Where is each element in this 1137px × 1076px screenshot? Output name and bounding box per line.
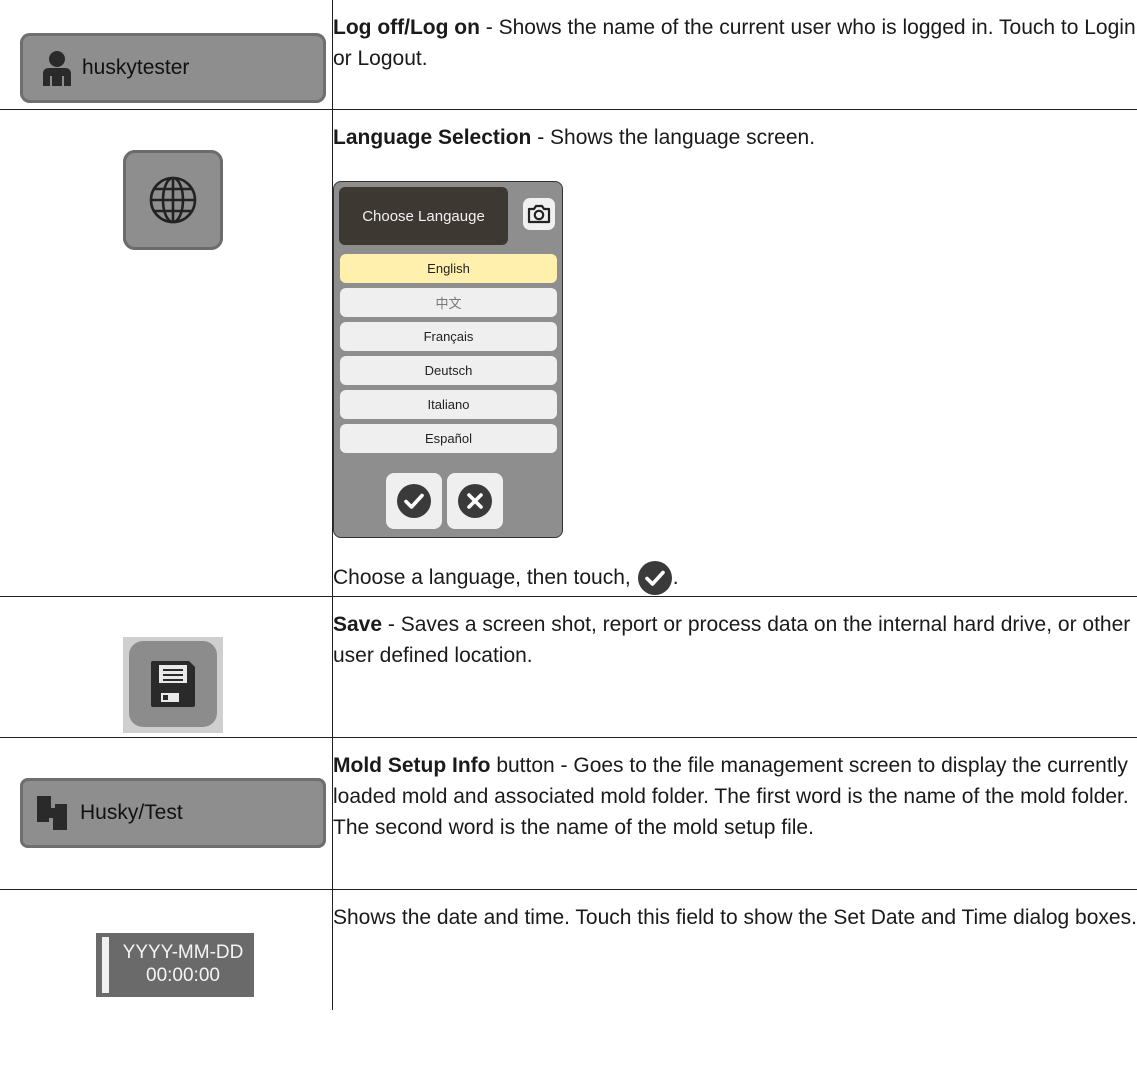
datetime-description: Shows the date and time. Touch this fiel…	[333, 906, 1137, 929]
datetime-text-cell: Shows the date and time. Touch this fiel…	[333, 890, 1137, 1011]
language-list: English 中文 Français Deutsch Italiano Esp…	[340, 254, 557, 458]
date-time-accent-bar	[102, 937, 109, 993]
language-option-italian[interactable]: Italiano	[340, 390, 557, 419]
language-dialog: Choose Langauge English 中文 Français Deut…	[333, 181, 563, 538]
save-icon-cell	[0, 596, 333, 738]
user-icon	[43, 51, 71, 86]
language-description: Language Selection - Shows the language …	[333, 110, 1137, 153]
row-save: Save - Saves a screen shot, report or pr…	[0, 596, 1137, 738]
language-option-english[interactable]: English	[340, 254, 557, 283]
camera-icon	[527, 204, 551, 224]
mold-text-cell: Mold Setup Info button - Goes to the fil…	[333, 738, 1137, 890]
language-dialog-actions	[386, 473, 503, 529]
row-datetime: YYYY-MM-DD 00:00:00 Shows the date and t…	[0, 889, 1137, 1011]
choose-language-instruction: Choose a language, then touch, .	[333, 560, 1137, 596]
logon-icon-cell: huskytester	[0, 0, 333, 110]
choose-language-end: .	[672, 566, 679, 589]
help-table: huskytester Log off/Log on - Shows the n…	[0, 0, 1137, 1010]
language-text: - Shows the language screen.	[531, 126, 816, 149]
save-button-frame	[123, 637, 223, 733]
language-button[interactable]	[123, 150, 223, 250]
language-text-cell: Language Selection - Shows the language …	[333, 110, 1137, 597]
choose-language-text: Choose a language, then touch,	[333, 566, 631, 589]
date-time-field[interactable]: YYYY-MM-DD 00:00:00	[96, 933, 254, 997]
language-option-french[interactable]: Français	[340, 322, 557, 351]
save-text: - Saves a screen shot, report or process…	[333, 613, 1131, 667]
logon-description: Log off/Log on - Shows the name of the c…	[333, 0, 1137, 74]
check-icon	[637, 561, 672, 595]
save-title: Save	[333, 613, 383, 636]
check-icon	[397, 484, 431, 518]
language-option-chinese[interactable]: 中文	[340, 288, 557, 317]
cancel-icon	[458, 484, 492, 518]
logon-text-cell: Log off/Log on - Shows the name of the c…	[333, 0, 1137, 110]
date-time-text: YYYY-MM-DD 00:00:00	[112, 941, 254, 987]
datetime-icon-cell: YYYY-MM-DD 00:00:00	[0, 889, 333, 1010]
row-language: Language Selection - Shows the language …	[0, 109, 1137, 597]
mold-icon	[37, 796, 67, 830]
date-label: YYYY-MM-DD	[122, 942, 244, 963]
language-icon-cell	[0, 109, 333, 597]
mold-title: Mold Setup Info	[333, 754, 491, 777]
mold-description: Mold Setup Info button - Goes to the fil…	[333, 738, 1137, 843]
save-button[interactable]	[129, 641, 217, 727]
row-mold-setup: Husky/Test Mold Setup Info button - Goes…	[0, 737, 1137, 890]
mold-setup-label: Husky/Test	[80, 801, 183, 824]
language-title: Language Selection	[333, 126, 532, 149]
cancel-button[interactable]	[447, 473, 503, 529]
mold-icon-cell: Husky/Test	[0, 737, 333, 890]
row-logon: huskytester Log off/Log on - Shows the n…	[0, 0, 1137, 110]
camera-button[interactable]	[523, 198, 555, 230]
language-option-german[interactable]: Deutsch	[340, 356, 557, 385]
logon-button[interactable]: huskytester	[20, 33, 326, 103]
logon-title: Log off/Log on	[333, 16, 480, 39]
save-description: Save - Saves a screen shot, report or pr…	[333, 597, 1137, 671]
time-label: 00:00:00	[146, 965, 220, 986]
floppy-disk-icon	[151, 661, 195, 707]
logon-username: huskytester	[82, 56, 190, 79]
globe-icon	[149, 176, 197, 224]
save-text-cell: Save - Saves a screen shot, report or pr…	[333, 597, 1137, 738]
mold-setup-info-button[interactable]: Husky/Test	[20, 778, 326, 848]
language-dialog-header: Choose Langauge	[339, 187, 508, 245]
language-option-spanish[interactable]: Español	[340, 424, 557, 453]
confirm-button[interactable]	[386, 473, 442, 529]
